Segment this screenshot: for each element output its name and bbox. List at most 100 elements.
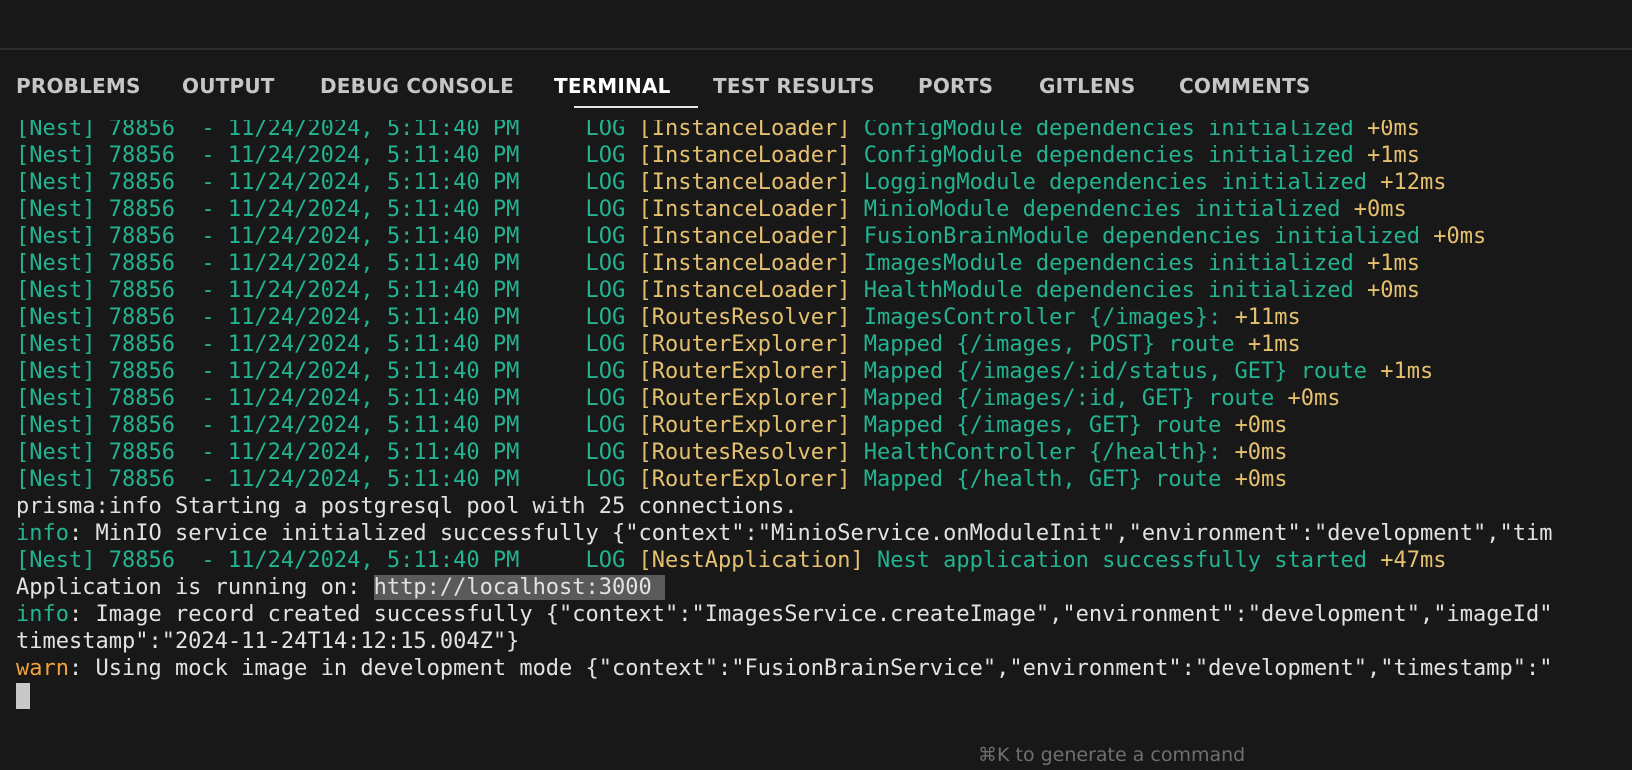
log-duration: +1ms <box>1367 251 1420 276</box>
log-context: [InstanceLoader] <box>638 143 851 168</box>
log-message: ImagesController {/images}: <box>850 305 1235 330</box>
log-context: [RouterExplorer] <box>638 386 851 411</box>
log-line: [Nest] 78856 - 11/24/2024, 5:11:40 PM LO… <box>16 466 1288 494</box>
log-message: Mapped {/health, GET} route <box>850 467 1235 492</box>
log-duration: +11ms <box>1234 305 1301 330</box>
log-duration: +0ms <box>1234 413 1288 438</box>
panel-tab-bar: PROBLEMS OUTPUT DEBUG CONSOLE TERMINAL T… <box>0 62 1632 110</box>
tab-debug-console[interactable]: DEBUG CONSOLE <box>320 74 514 98</box>
log-duration: +1ms <box>1367 143 1420 168</box>
log-text: : MinIO service initialized successfully… <box>68 521 1553 546</box>
log-line: [Nest] 78856 - 11/24/2024, 5:11:40 PM LO… <box>16 412 1288 440</box>
running-label: Application is running on: <box>16 575 374 600</box>
log-message: ConfigModule dependencies initialized <box>850 143 1368 168</box>
log-line: [Nest] 78856 - 11/24/2024, 5:11:40 PM LO… <box>16 223 1486 251</box>
log-context: [RoutesResolver] <box>638 440 851 465</box>
generate-command-hint[interactable]: ⌘K to generate a command <box>978 744 1245 766</box>
prisma-log-line: prisma:info Starting a postgresql pool w… <box>16 494 798 519</box>
log-prefix: [Nest] 78856 - 11/24/2024, 5:11:40 PM LO… <box>16 278 639 303</box>
tab-problems[interactable]: PROBLEMS <box>16 74 141 98</box>
log-duration: +1ms <box>1247 332 1301 357</box>
tab-terminal[interactable]: TERMINAL <box>554 74 671 98</box>
log-context: [RoutesResolver] <box>638 305 851 330</box>
log-context: [InstanceLoader] <box>638 224 851 249</box>
log-context: [RouterExplorer] <box>638 359 851 384</box>
log-context: [InstanceLoader] <box>638 197 851 222</box>
log-message: FusionBrainModule dependencies initializ… <box>850 224 1434 249</box>
terminal-cursor <box>16 683 30 709</box>
tab-output[interactable]: OUTPUT <box>182 74 275 98</box>
log-duration: +0ms <box>1367 278 1420 303</box>
log-prefix: [Nest] 78856 - 11/24/2024, 5:11:40 PM LO… <box>16 197 639 222</box>
log-context: [InstanceLoader] <box>638 251 851 276</box>
log-message: LoggingModule dependencies initialized <box>850 170 1381 195</box>
tab-gitlens[interactable]: GITLENS <box>1039 74 1135 98</box>
log-message: Nest application successfully started <box>863 548 1381 573</box>
log-line: [Nest] 78856 - 11/24/2024, 5:11:40 PM LO… <box>16 304 1301 332</box>
log-prefix: [Nest] 78856 - 11/24/2024, 5:11:40 PM LO… <box>16 413 639 438</box>
log-line: [Nest] 78856 - 11/24/2024, 5:11:40 PM LO… <box>16 120 1420 143</box>
tab-ports[interactable]: PORTS <box>918 74 993 98</box>
log-prefix: [Nest] 78856 - 11/24/2024, 5:11:40 PM LO… <box>16 332 639 357</box>
log-duration: +0ms <box>1353 197 1407 222</box>
log-line: [Nest] 78856 - 11/24/2024, 5:11:40 PM LO… <box>16 142 1420 170</box>
timestamp-continuation-line: timestamp":"2024-11-24T14:12:15.004Z"} <box>16 629 520 654</box>
log-text: : Using mock image in development mode {… <box>68 656 1553 681</box>
tab-comments[interactable]: COMMENTS <box>1179 74 1311 98</box>
log-prefix: [Nest] 78856 - 11/24/2024, 5:11:40 PM LO… <box>16 170 639 195</box>
tab-test-results[interactable]: TEST RESULTS <box>713 74 875 98</box>
log-prefix: [Nest] 78856 - 11/24/2024, 5:11:40 PM LO… <box>16 548 639 573</box>
log-line: [Nest] 78856 - 11/24/2024, 5:11:40 PM LO… <box>16 385 1341 413</box>
log-line: [Nest] 78856 - 11/24/2024, 5:11:40 PM LO… <box>16 277 1420 305</box>
localhost-link[interactable]: http://localhost:3000 <box>373 575 666 600</box>
minio-info-line: info: MinIO service initialized successf… <box>16 520 1552 548</box>
log-prefix: [Nest] 78856 - 11/24/2024, 5:11:40 PM LO… <box>16 305 639 330</box>
image-record-info-line: info: Image record created successfully … <box>16 601 1552 629</box>
log-message: Mapped {/images/:id, GET} route <box>850 386 1288 411</box>
log-message: Mapped {/images, POST} route <box>850 332 1248 357</box>
log-duration: +0ms <box>1367 120 1420 141</box>
log-context: [InstanceLoader] <box>638 120 851 141</box>
log-context: [InstanceLoader] <box>638 278 851 303</box>
log-level-warn: warn <box>16 656 69 681</box>
log-text: : Image record created successfully {"co… <box>68 602 1553 627</box>
log-message: Mapped {/images/:id/status, GET} route <box>850 359 1381 384</box>
log-context: [NestApplication] <box>638 548 864 573</box>
log-message: Mapped {/images, GET} route <box>850 413 1235 438</box>
log-prefix: [Nest] 78856 - 11/24/2024, 5:11:40 PM LO… <box>16 143 639 168</box>
log-duration: +12ms <box>1380 170 1447 195</box>
active-tab-indicator <box>574 106 698 108</box>
log-line: [Nest] 78856 - 11/24/2024, 5:11:40 PM LO… <box>16 439 1288 467</box>
log-duration: +0ms <box>1433 224 1487 249</box>
log-context: [InstanceLoader] <box>638 170 851 195</box>
log-level-info: info <box>16 602 69 627</box>
log-line: [Nest] 78856 - 11/24/2024, 5:11:40 PM LO… <box>16 169 1447 197</box>
log-context: [RouterExplorer] <box>638 467 851 492</box>
log-line: [Nest] 78856 - 11/24/2024, 5:11:40 PM LO… <box>16 358 1433 386</box>
log-prefix: [Nest] 78856 - 11/24/2024, 5:11:40 PM LO… <box>16 440 639 465</box>
log-duration: +47ms <box>1380 548 1447 573</box>
log-prefix: [Nest] 78856 - 11/24/2024, 5:11:40 PM LO… <box>16 120 639 141</box>
log-duration: +0ms <box>1234 440 1288 465</box>
log-line: [Nest] 78856 - 11/24/2024, 5:11:40 PM LO… <box>16 196 1407 224</box>
log-context: [RouterExplorer] <box>638 332 851 357</box>
editor-area-top <box>0 0 1632 50</box>
log-prefix: [Nest] 78856 - 11/24/2024, 5:11:40 PM LO… <box>16 359 639 384</box>
log-context: [RouterExplorer] <box>638 413 851 438</box>
log-line: [Nest] 78856 - 11/24/2024, 5:11:40 PM LO… <box>16 331 1301 359</box>
log-message: ImagesModule dependencies initialized <box>850 251 1368 276</box>
log-prefix: [Nest] 78856 - 11/24/2024, 5:11:40 PM LO… <box>16 467 639 492</box>
log-message: HealthController {/health}: <box>850 440 1235 465</box>
log-message: MinioModule dependencies initialized <box>850 197 1354 222</box>
running-on-line: Application is running on: http://localh… <box>16 574 666 602</box>
app-started-line: [Nest] 78856 - 11/24/2024, 5:11:40 PM LO… <box>16 547 1447 575</box>
log-message: HealthModule dependencies initialized <box>850 278 1368 303</box>
terminal-output[interactable]: [Nest] 78856 - 11/24/2024, 5:11:40 PM LO… <box>0 120 1632 720</box>
log-level-info: info <box>16 521 69 546</box>
log-duration: +1ms <box>1380 359 1434 384</box>
log-duration: +0ms <box>1287 386 1341 411</box>
log-message: ConfigModule dependencies initialized <box>850 120 1368 141</box>
log-prefix: [Nest] 78856 - 11/24/2024, 5:11:40 PM LO… <box>16 386 639 411</box>
log-prefix: [Nest] 78856 - 11/24/2024, 5:11:40 PM LO… <box>16 224 639 249</box>
log-duration: +0ms <box>1234 467 1288 492</box>
